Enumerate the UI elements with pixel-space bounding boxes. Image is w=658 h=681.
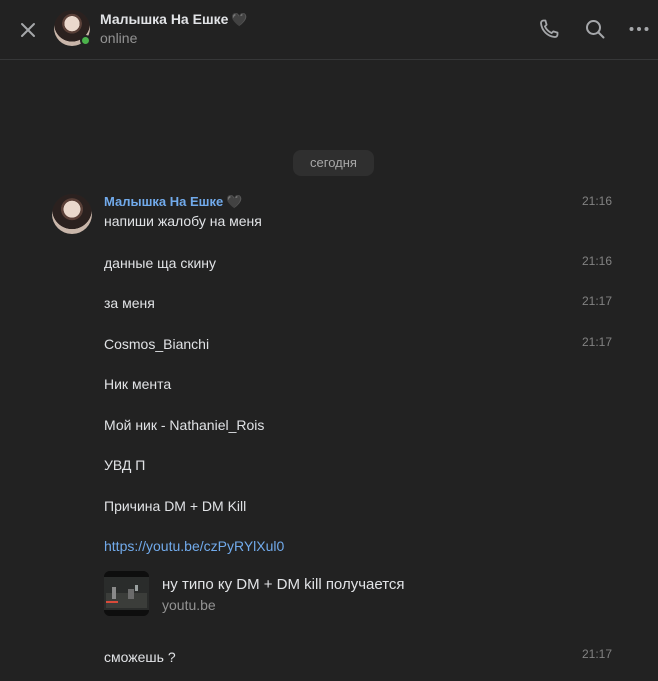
message-text: напиши жалобу на меня (104, 213, 262, 229)
message-time: 21:16 (582, 254, 613, 268)
sender-name-text: Малышка На Ешке (104, 194, 224, 209)
chat-header: Малышка На Ешке 🖤 online (0, 0, 658, 60)
message-link[interactable]: https://youtu.be/czPyRYlXul0 (104, 538, 284, 554)
message-text: Мой ник - Nathaniel_Rois (104, 417, 265, 433)
close-icon[interactable] (16, 18, 40, 42)
message-time: 21:17 (582, 647, 613, 661)
online-indicator (80, 35, 91, 46)
message-text: данные ща скину (104, 255, 217, 271)
message-text: Ник мента (104, 376, 172, 392)
date-divider: сегодня (293, 150, 374, 176)
message-text: Причина DM + DM Kill (104, 498, 247, 514)
black-heart-emoji: 🖤 (226, 194, 243, 209)
message-text: УВД П (104, 457, 146, 473)
message-time: 21:17 (582, 294, 613, 308)
sender-avatar[interactable] (52, 194, 92, 234)
link-preview-title[interactable]: ну типо ку DM + DM kill получается (162, 576, 405, 593)
chat-window: Малышка На Ешке 🖤 online сегодня Малышка … (0, 0, 658, 681)
chat-status: online (100, 30, 138, 46)
black-heart-emoji: 🖤 (231, 12, 248, 27)
search-icon[interactable] (583, 17, 607, 41)
video-thumbnail[interactable] (104, 571, 149, 616)
chat-title[interactable]: Малышка На Ешке 🖤 (100, 11, 248, 28)
link-preview-domain: youtu.be (162, 597, 216, 613)
message-text: Cosmos_Bianchi (104, 336, 210, 352)
message-text: за меня (104, 295, 155, 311)
message-time: 21:16 (582, 194, 613, 208)
chat-title-text: Малышка На Ешке (100, 11, 229, 27)
more-icon[interactable] (627, 17, 651, 41)
message-time: 21:17 (582, 335, 613, 349)
phone-icon[interactable] (537, 17, 561, 41)
message-text: сможешь ? (104, 649, 176, 665)
sender-name[interactable]: Малышка На Ешке 🖤 (104, 194, 242, 210)
